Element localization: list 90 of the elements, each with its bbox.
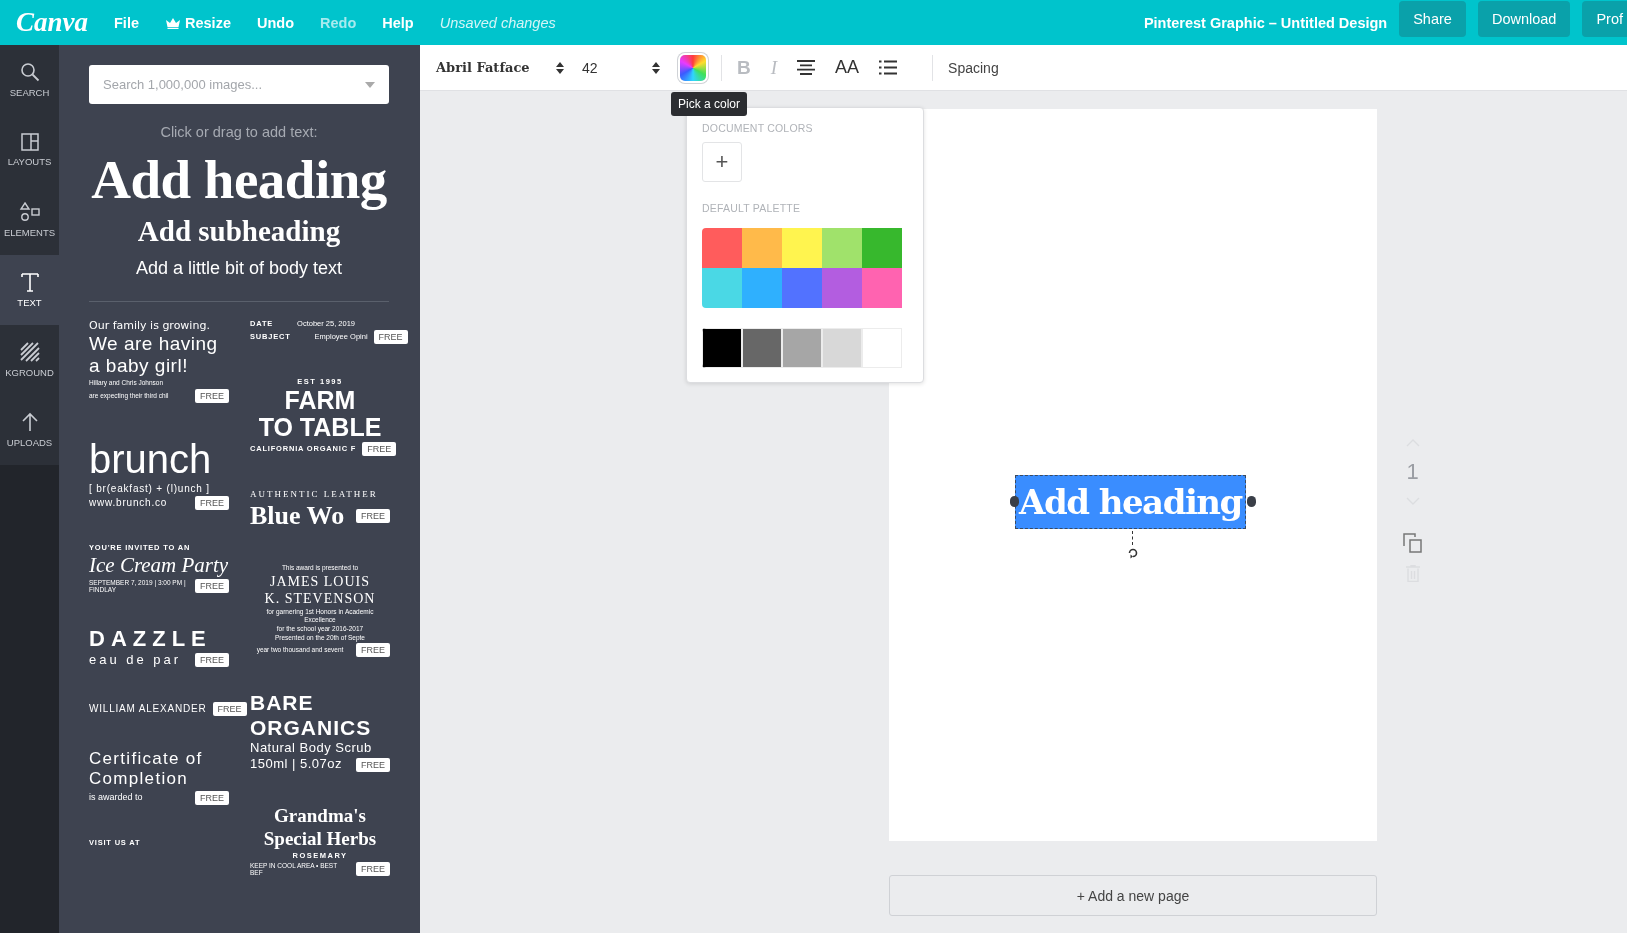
template-text[interactable]: Natural Body Scrub	[250, 741, 372, 756]
caret-icon	[365, 82, 375, 88]
template-text[interactable]: AUTHENTIC LEATHER	[250, 490, 378, 500]
template-text[interactable]: DAZZLE	[89, 627, 212, 652]
template-text[interactable]: Special Herbs	[250, 828, 390, 850]
template-text[interactable]: K. STEVENSON	[250, 591, 390, 607]
free-badge: FREE	[195, 791, 229, 805]
free-badge: FREE	[356, 642, 390, 657]
template-text[interactable]: WILLIAM ALEXANDER	[89, 703, 207, 715]
upload-icon	[20, 412, 39, 432]
up-down-arrows-icon[interactable]	[556, 61, 564, 74]
color-swatch[interactable]	[822, 268, 862, 308]
template-text[interactable]: Ice Cream Party	[89, 553, 229, 577]
color-swatch[interactable]	[822, 328, 862, 368]
color-picker-button[interactable]	[680, 54, 706, 81]
color-swatch[interactable]	[862, 228, 902, 268]
font-size-select[interactable]: 42	[582, 59, 652, 76]
template-text[interactable]: JAMES LOUIS	[250, 573, 390, 589]
tooltip: Pick a color	[671, 92, 748, 116]
sidebar-tab[interactable]: ELEMENTS	[0, 185, 59, 255]
up-down-arrows-icon[interactable]	[652, 61, 660, 74]
color-swatch[interactable]	[822, 228, 862, 268]
section-title: DEFAULT PALETTE	[702, 202, 802, 214]
font-select[interactable]: Abril Fatface	[436, 60, 556, 75]
sidebar-tab[interactable]: LAYOUTS	[0, 115, 59, 185]
template-text[interactable]: Our family is growing.	[89, 319, 210, 332]
add-page-button[interactable]: + Add a new page	[889, 875, 1377, 916]
color-swatch[interactable]	[862, 328, 902, 368]
template-text[interactable]: 150ml | 5.07oz	[250, 757, 343, 772]
free-badge: FREE	[356, 757, 390, 772]
free-badge: FREE	[356, 509, 390, 524]
hatch-icon	[19, 342, 40, 362]
color-swatch[interactable]	[862, 268, 902, 308]
color-swatch[interactable]	[742, 268, 782, 308]
template-text[interactable]: Blue Wo	[250, 501, 345, 531]
layout-icon	[20, 133, 39, 151]
template-text[interactable]: a baby girl!	[89, 356, 188, 378]
sidebar-tab[interactable]: SEARCH	[0, 45, 59, 115]
add-heading-option[interactable]: Add heading	[89, 150, 389, 211]
page-number: 1	[1406, 459, 1419, 485]
color-swatch[interactable]	[782, 328, 822, 368]
text-icon	[20, 272, 39, 292]
color-swatch[interactable]	[782, 268, 822, 308]
color-swatch[interactable]	[782, 228, 822, 268]
free-badge: FREE	[373, 329, 408, 344]
free-badge: FREE	[195, 495, 229, 510]
template-text[interactable]: We are having	[89, 333, 218, 355]
template-text[interactable]: brunch	[89, 436, 212, 481]
color-swatch[interactable]	[702, 228, 742, 268]
free-badge: FREE	[195, 579, 229, 593]
template-text[interactable]: FARM	[250, 388, 390, 413]
template-text[interactable]: is awarded to	[89, 793, 143, 803]
save-status: Unsaved changes	[439, 14, 556, 31]
template-text[interactable]: eau de par	[89, 653, 182, 668]
sidebar-tab[interactable]: UPLOADS	[0, 395, 59, 465]
format-button[interactable]: AA	[835, 57, 860, 78]
free-badge: FREE	[195, 388, 229, 403]
template-text[interactable]: Grandma's	[250, 805, 390, 827]
color-swatch[interactable]	[702, 328, 742, 368]
add-color-button[interactable]: +	[702, 142, 742, 182]
template-text[interactable]: Certificate of	[89, 749, 203, 769]
sidebar-tab[interactable]: KGROUND	[0, 325, 59, 395]
template-text[interactable]: TO TABLE	[250, 415, 390, 440]
shapes-icon	[18, 202, 41, 222]
search-field[interactable]: Search 1,000,000 images...	[89, 65, 389, 104]
add-subheading-option[interactable]: Add subheading	[89, 214, 389, 248]
add-body-text-option[interactable]: Add a little bit of body text	[89, 257, 389, 279]
template-text[interactable]: BARE	[250, 690, 314, 715]
sidebar-tab[interactable]: TEXT	[0, 255, 59, 325]
spacing-button[interactable]: Spacing	[948, 59, 999, 76]
template-text[interactable]: Completion	[89, 770, 188, 789]
template-text[interactable]: www.brunch.co	[89, 497, 168, 508]
panel-hint: Click or drag to add text:	[159, 124, 319, 140]
align-center-icon[interactable]	[797, 60, 816, 75]
duplicate-icon[interactable]	[1403, 533, 1422, 553]
resize-handle[interactable]	[1010, 496, 1019, 507]
section-title: DOCUMENT COLORS	[702, 122, 814, 134]
template-text[interactable]: [ br(eakfast) + (l)unch ]	[89, 482, 210, 494]
color-swatch[interactable]	[702, 268, 742, 308]
free-badge: FREE	[356, 861, 390, 876]
color-swatch[interactable]	[742, 228, 782, 268]
free-badge: FREE	[362, 442, 397, 456]
crown-icon	[165, 16, 181, 29]
template-text[interactable]: ORGANICS	[250, 716, 372, 740]
resize-handle[interactable]	[1247, 496, 1256, 507]
color-swatch[interactable]	[742, 328, 782, 368]
list-icon[interactable]	[879, 60, 898, 75]
search-icon	[19, 62, 40, 82]
free-badge: FREE	[195, 653, 229, 668]
free-badge: FREE	[212, 701, 247, 716]
